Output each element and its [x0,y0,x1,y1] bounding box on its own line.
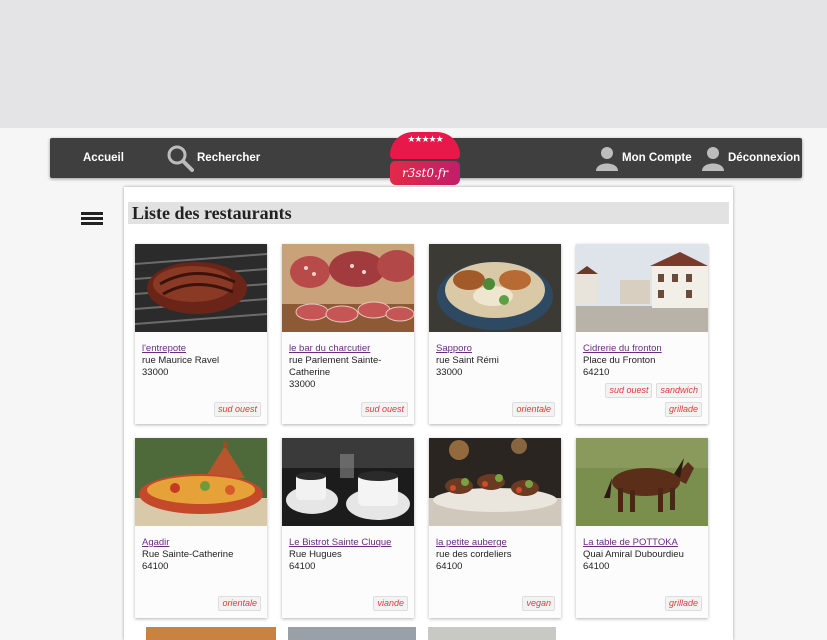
tag[interactable]: grillade [664,596,702,611]
tag[interactable]: orientale [512,402,555,417]
tag[interactable]: grillade [664,402,702,417]
tag-list: grillade [582,596,702,611]
restaurant-photo[interactable] [282,438,414,526]
restaurant-card: Agadir Rue Sainte-Catherine 64100 orient… [135,438,267,618]
tag[interactable]: sud ouest [360,402,408,417]
restaurant-zip: 33000 [436,367,463,378]
restaurant-name-link[interactable]: l'entrepote [142,343,262,355]
restaurant-name-link[interactable]: Le Bistrot Sainte Cluque [289,537,409,549]
tag[interactable]: sandwich [656,383,702,398]
tag[interactable]: viande [373,596,408,611]
restaurant-photo[interactable] [576,438,708,526]
restaurant-info: Le Bistrot Sainte Cluque Rue Hugues 6410… [289,537,409,573]
title-bar: Liste des restaurants [128,202,729,224]
nav-home-label: Accueil [83,152,124,164]
tag[interactable]: sud ouest [605,383,653,398]
restaurant-street: rue Parlement Sainte-Catherine [289,355,382,378]
logo-burger-top: ★★★★★ [390,132,460,159]
restaurant-zip: 33000 [289,379,316,390]
restaurant-zip: 64210 [583,367,610,378]
restaurant-name-link[interactable]: Cidrerie du fronton [583,343,703,355]
page-title: Liste des restaurants [132,203,292,223]
restaurant-name-link[interactable]: le bar du charcutier [289,343,409,355]
nav-account-link[interactable]: Mon Compte [595,138,692,178]
restaurant-name-link[interactable]: Sapporo [436,343,556,355]
restaurant-photo[interactable] [135,244,267,332]
restaurant-info: le bar du charcutier rue Parlement Saint… [289,343,409,391]
restaurant-street: rue Saint Rémi [436,355,499,366]
logo-text: r3st0.fr [390,161,460,185]
restaurant-street: rue des cordeliers [436,549,512,560]
nav-account-label: Mon Compte [622,152,692,164]
restaurant-street: Quai Amiral Dubourdieu [583,549,684,560]
restaurant-card: la petite auberge rue des cordeliers 641… [429,438,561,618]
restaurant-card: Le Bistrot Sainte Cluque Rue Hugues 6410… [282,438,414,618]
restaurant-info: Cidrerie du fronton Place du Fronton 642… [583,343,703,379]
tag-list: sud ouest [288,402,408,417]
restaurant-info: Agadir Rue Sainte-Catherine 64100 [142,537,262,573]
restaurant-zip: 64100 [289,561,316,572]
tag-list: sud ouest sandwich grillade [582,383,702,417]
tag-list: vegan [435,596,555,611]
restaurant-photo-partial[interactable] [428,627,556,640]
nav-logout-link[interactable]: Déconnexion [701,138,800,178]
restaurant-card: La table de POTTOKA Quai Amiral Dubourdi… [576,438,708,618]
nav-search-link[interactable]: Rechercher [166,138,260,178]
tag[interactable]: vegan [522,596,555,611]
restaurant-street: Rue Sainte-Catherine [142,549,234,560]
user-icon [702,147,724,171]
nav-search-label: Rechercher [197,152,261,164]
tag-list: orientale [141,596,261,611]
tag[interactable]: orientale [218,596,261,611]
restaurant-photo[interactable] [429,244,561,332]
restaurant-photo-partial[interactable] [288,627,416,640]
restaurant-name-link[interactable]: la petite auberge [436,537,556,549]
tag[interactable]: sud ouest [213,402,261,417]
restaurant-zip: 64100 [436,561,463,572]
nav-home-link[interactable]: Accueil [83,138,124,178]
tag-list: sud ouest [141,402,261,417]
restaurant-info: Sapporo rue Saint Rémi 33000 [436,343,556,379]
restaurant-photo-partial[interactable] [146,627,276,640]
restaurant-card: Sapporo rue Saint Rémi 33000 orientale [429,244,561,424]
restaurant-photo[interactable] [135,438,267,526]
restaurant-info: l'entrepote rue Maurice Ravel 33000 [142,343,262,379]
restaurant-photo[interactable] [282,244,414,332]
restaurant-street: rue Maurice Ravel [142,355,220,366]
restaurant-photo[interactable] [429,438,561,526]
restaurant-name-link[interactable]: La table de POTTOKA [583,537,703,549]
restaurant-street: Place du Fronton [583,355,656,366]
restaurant-name-link[interactable]: Agadir [142,537,262,549]
restaurant-info: La table de POTTOKA Quai Amiral Dubourdi… [583,537,703,573]
user-icon [596,147,618,171]
tag-list: viande [288,596,408,611]
restaurant-info: la petite auberge rue des cordeliers 641… [436,537,556,573]
restaurant-card: le bar du charcutier rue Parlement Saint… [282,244,414,424]
browser-top-area [0,0,827,128]
menu-hamburger-icon[interactable] [81,212,103,226]
restaurant-zip: 33000 [142,367,169,378]
tag-list: orientale [435,402,555,417]
restaurant-zip: 64100 [142,561,169,572]
search-icon [167,145,194,172]
restaurant-street: Rue Hugues [289,549,342,560]
restaurant-card: Cidrerie du fronton Place du Fronton 642… [576,244,708,424]
logo-stars: ★★★★★ [407,134,443,144]
restaurant-zip: 64100 [583,561,610,572]
restaurant-card: l'entrepote rue Maurice Ravel 33000 sud … [135,244,267,424]
site-logo[interactable]: ★★★★★ r3st0.fr [390,132,460,186]
restaurant-photo[interactable] [576,244,708,332]
nav-logout-label: Déconnexion [728,152,801,164]
